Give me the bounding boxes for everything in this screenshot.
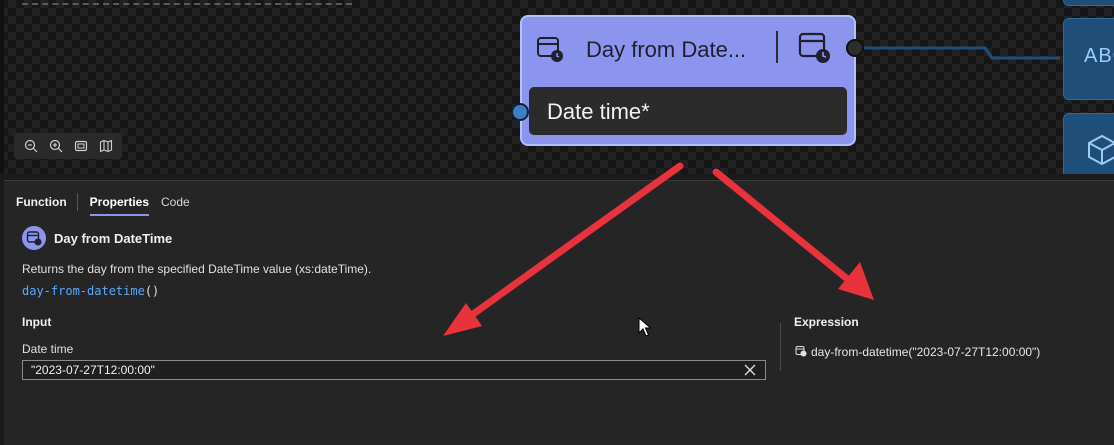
date-time-label: Date time [22, 342, 74, 356]
date-time-field[interactable] [22, 360, 766, 380]
function-node-input-row[interactable]: Date time* [529, 87, 847, 135]
canvas-zoom-toolbar [14, 133, 122, 159]
minimap-button[interactable] [96, 136, 116, 156]
fit-screen-button[interactable] [71, 136, 91, 156]
function-description: Returns the day from the specified DateT… [22, 262, 372, 276]
node-output-port[interactable] [846, 39, 864, 57]
tab-code[interactable]: Code [155, 195, 196, 209]
mouse-cursor-icon [638, 317, 652, 337]
zoom-in-icon [49, 139, 62, 153]
function-signature-name[interactable]: day-from-datetime [22, 284, 145, 298]
cube-icon [1088, 135, 1114, 165]
expression-heading: Expression [794, 315, 859, 329]
close-icon[interactable] [743, 363, 757, 377]
date-time-input[interactable] [23, 361, 735, 379]
panel-tabs: Function Properties Code [10, 193, 196, 216]
side-node-string[interactable]: ABC [1063, 18, 1114, 100]
map-icon [99, 139, 112, 153]
tab-properties[interactable]: Properties [84, 195, 155, 216]
node-title-divider [776, 31, 778, 63]
node-input-port[interactable] [511, 103, 529, 121]
expression-text: day-from-datetime("2023-07-27T12:00:00") [811, 345, 1041, 359]
zoom-out-icon [24, 139, 37, 153]
function-signature: day-from-datetime() [22, 284, 159, 298]
calendar-clock-output-icon [798, 32, 830, 63]
side-node-object[interactable] [1063, 113, 1114, 174]
tab-separator [76, 193, 78, 211]
properties-panel: Function Properties Code Day from DateTi… [4, 180, 1114, 445]
input-heading: Input [22, 315, 52, 329]
side-node-string-label: ABC [1084, 45, 1114, 67]
mapping-canvas[interactable]: ABC Day from Date... Date time* [0, 0, 1114, 174]
function-node[interactable]: Day from Date... Date time* [520, 15, 856, 146]
tab-function[interactable]: Function [10, 195, 73, 209]
function-avatar [22, 226, 46, 250]
side-node-top[interactable] [1063, 0, 1114, 6]
function-node-title: Day from Date... [586, 37, 747, 62]
panel-divider [780, 323, 781, 371]
function-name: Day from DateTime [54, 231, 173, 246]
function-node-header[interactable]: Day from Date... [522, 17, 854, 83]
calendar-clock-small-icon [795, 346, 807, 357]
function-node-input-label: Date time* [547, 99, 650, 124]
zoom-in-button[interactable] [46, 136, 66, 156]
fit-screen-icon [74, 140, 87, 152]
zoom-out-button[interactable] [21, 136, 41, 156]
calendar-clock-icon [26, 231, 42, 246]
calendar-clock-icon [537, 37, 563, 62]
function-signature-parens: () [144, 284, 160, 298]
